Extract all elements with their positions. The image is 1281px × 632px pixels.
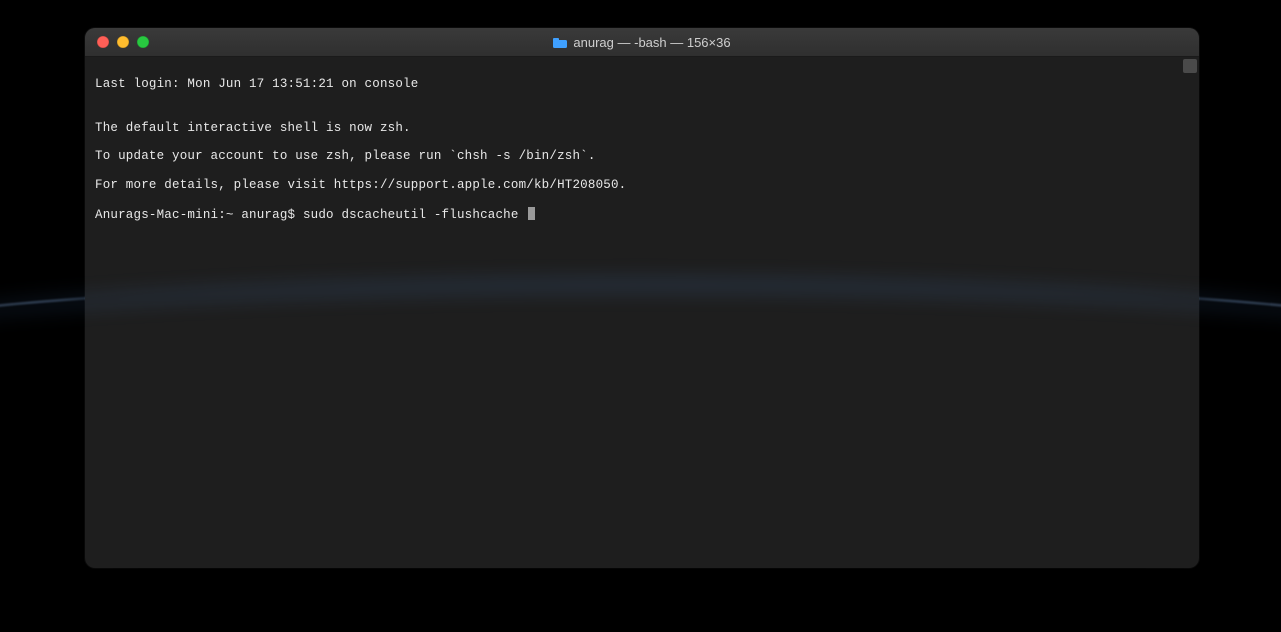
window-titlebar[interactable]: anurag — -bash — 156×36 <box>85 28 1199 57</box>
cursor-icon <box>528 207 535 220</box>
terminal-output[interactable]: Last login: Mon Jun 17 13:51:21 on conso… <box>85 57 1199 568</box>
terminal-line: To update your account to use zsh, pleas… <box>95 149 1189 163</box>
shell-prompt: Anurags-Mac-mini:~ anurag$ <box>95 208 303 222</box>
close-button[interactable] <box>97 36 109 48</box>
terminal-window[interactable]: anurag — -bash — 156×36 Last login: Mon … <box>85 28 1199 568</box>
terminal-line: The default interactive shell is now zsh… <box>95 121 1189 135</box>
minimize-button[interactable] <box>117 36 129 48</box>
scrollbar-thumb[interactable] <box>1183 59 1197 73</box>
folder-icon <box>553 37 567 48</box>
zoom-button[interactable] <box>137 36 149 48</box>
shell-command-input[interactable]: sudo dscacheutil -flushcache <box>303 208 526 222</box>
window-title: anurag — -bash — 156×36 <box>85 35 1199 50</box>
terminal-line: Last login: Mon Jun 17 13:51:21 on conso… <box>95 77 1189 91</box>
terminal-line: For more details, please visit https://s… <box>95 178 1189 192</box>
desktop-background: anurag — -bash — 156×36 Last login: Mon … <box>0 0 1281 632</box>
window-title-text: anurag — -bash — 156×36 <box>573 35 730 50</box>
window-controls <box>85 36 149 48</box>
